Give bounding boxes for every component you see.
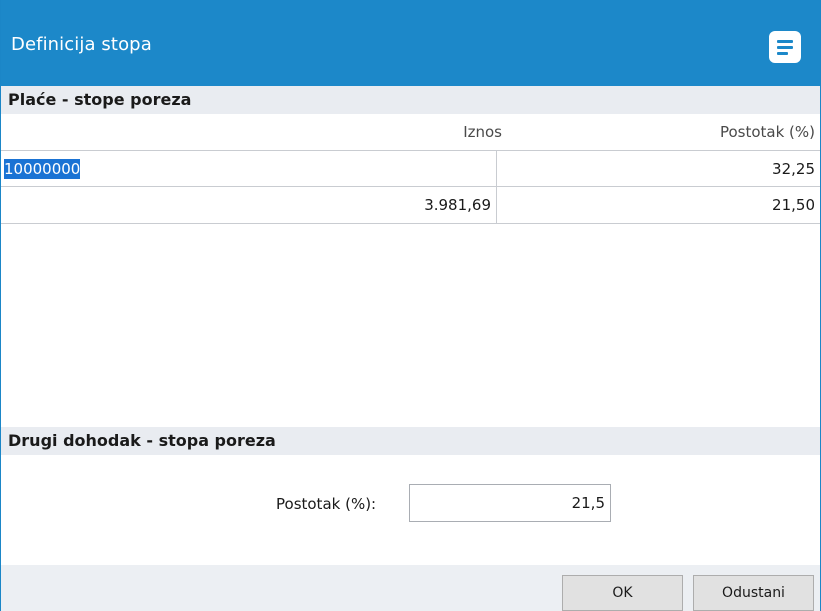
menu-line xyxy=(777,46,793,49)
percent-input[interactable]: 21,5 xyxy=(409,484,611,522)
amount-cell[interactable]: 3.981,69 xyxy=(1,187,497,223)
amount-cell-value[interactable]: 10000000 xyxy=(4,159,81,179)
percent-field-label: Postotak (%): xyxy=(276,495,377,513)
column-header-amount[interactable]: Iznos xyxy=(463,123,502,141)
other-income-form: Postotak (%): 21,5 xyxy=(1,455,820,565)
table-row[interactable]: 3.981,69 21,50 xyxy=(1,187,820,224)
dialog-footer: OK Odustani xyxy=(1,565,820,611)
ok-button[interactable]: OK xyxy=(562,575,683,611)
rates-grid-header: Iznos Postotak (%) xyxy=(1,114,820,150)
grid-empty-area xyxy=(1,224,820,427)
percent-cell[interactable]: 32,25 xyxy=(497,151,820,186)
title-bar: Definicija stopa xyxy=(1,0,820,86)
column-header-percent[interactable]: Postotak (%) xyxy=(720,123,815,141)
other-income-section-header: Drugi dohodak - stopa poreza xyxy=(1,427,820,455)
dialog-window: Definicija stopa Plaće - stope poreza Iz… xyxy=(0,0,821,611)
window-title: Definicija stopa xyxy=(11,34,152,55)
menu-line xyxy=(777,40,793,43)
menu-line xyxy=(777,52,788,55)
salary-section-header: Plaće - stope poreza xyxy=(1,86,820,114)
menu-document-icon[interactable] xyxy=(769,31,801,63)
table-row[interactable]: 10000000 32,25 xyxy=(1,150,820,187)
amount-cell-editor[interactable]: 10000000 xyxy=(1,151,497,186)
cancel-button[interactable]: Odustani xyxy=(693,575,814,611)
percent-cell[interactable]: 21,50 xyxy=(497,187,820,223)
